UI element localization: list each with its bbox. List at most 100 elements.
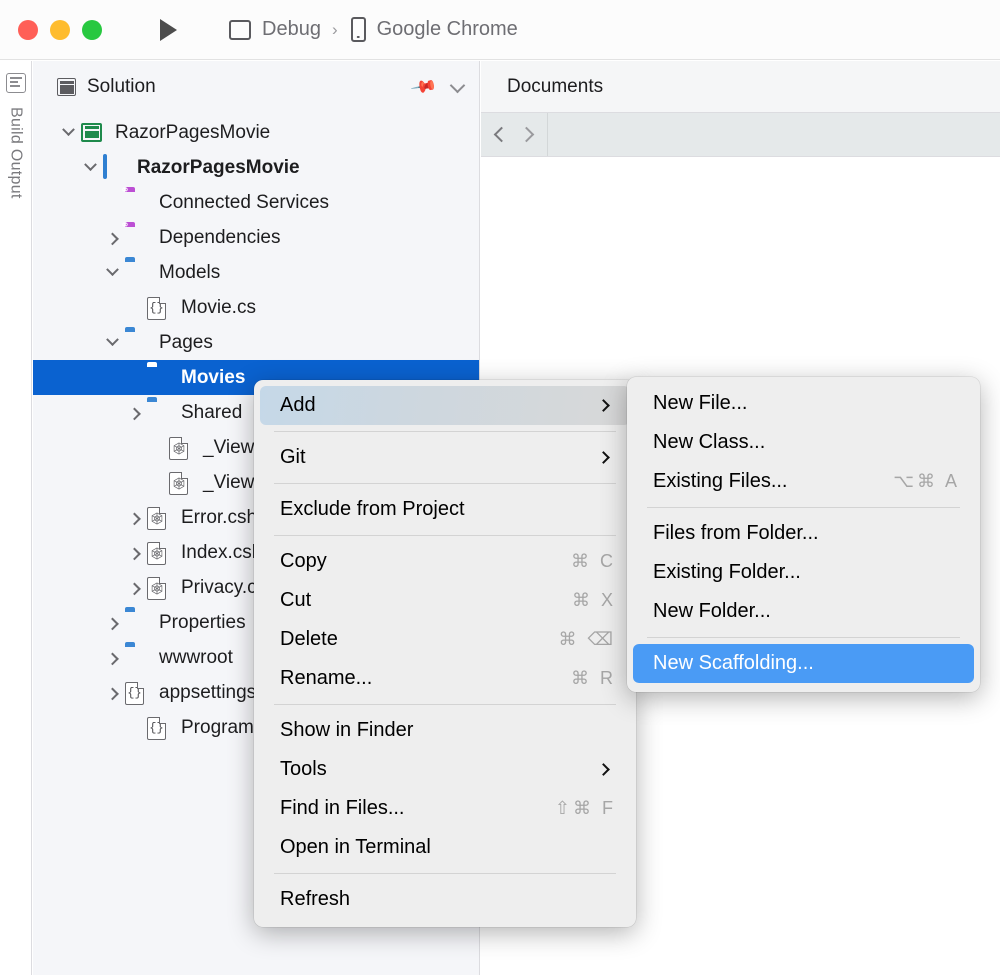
chevron-left-icon[interactable] (493, 127, 509, 143)
chevron-down-icon[interactable] (450, 77, 466, 93)
menu-item-label: Delete (280, 628, 539, 651)
menu-item-shortcut: ⌘ C (571, 551, 616, 572)
menu-separator (274, 431, 616, 432)
tree-item-label: Pages (159, 332, 213, 354)
tree-item-label: RazorPagesMovie (137, 157, 300, 179)
menu-item-git[interactable]: Git (260, 438, 630, 477)
tree-item-label: wwwroot (159, 647, 233, 669)
menu-item-label: Existing Files... (653, 470, 873, 493)
panel-header-actions: 📌 (413, 77, 463, 97)
razor-file-icon (147, 576, 173, 600)
folder-icon (125, 611, 151, 635)
menu-item-open-in-terminal[interactable]: Open in Terminal (260, 828, 630, 867)
folder-icon (125, 261, 151, 285)
target-device-label: Google Chrome (377, 18, 518, 41)
run-target-selector[interactable]: Debug › Google Chrome (229, 17, 518, 42)
build-output-icon[interactable] (6, 73, 26, 93)
documents-navigation-bar (481, 113, 1000, 157)
chevron-right-icon[interactable] (123, 408, 145, 417)
tree-item[interactable]: Pages (33, 325, 479, 360)
menu-item-files-from-folder[interactable]: Files from Folder... (633, 514, 974, 553)
documents-title: Documents (507, 76, 603, 98)
tree-item-label: Properties (159, 612, 246, 634)
window-controls (18, 20, 102, 40)
tree-item[interactable]: ⚭Dependencies (33, 220, 479, 255)
menu-item-copy[interactable]: Copy⌘ C (260, 542, 630, 581)
tree-item[interactable]: Models (33, 255, 479, 290)
menu-separator (647, 637, 960, 638)
menu-item-cut[interactable]: Cut ⌘ X (260, 581, 630, 620)
chevron-right-icon[interactable] (519, 127, 535, 143)
menu-item-tools[interactable]: Tools (260, 750, 630, 789)
tree-item-label: Movies (181, 367, 245, 389)
menu-item-shortcut: ⌘ X (572, 590, 616, 611)
context-menu: Add Git Exclude from Project Copy⌘ C Cut ⌘ X D… (254, 380, 636, 927)
menu-item-label: New Class... (653, 431, 960, 454)
sidebar-tab-build-output[interactable]: Build Output (7, 107, 25, 199)
menu-item-show-in-finder[interactable]: Show in Finder (260, 711, 630, 750)
menu-item-exclude-from-project[interactable]: Exclude from Project (260, 490, 630, 529)
menu-item-label: Show in Finder (280, 719, 616, 742)
tree-item-label: Movie.cs (181, 297, 256, 319)
tree-item-label: Shared (181, 402, 242, 424)
chevron-right-icon[interactable] (101, 688, 123, 697)
menu-item-label: Open in Terminal (280, 836, 616, 859)
solution-icon (81, 121, 107, 145)
build-configuration-label: Debug (262, 18, 321, 41)
run-button[interactable] (155, 16, 181, 44)
chevron-right-icon[interactable] (101, 233, 123, 242)
menu-item-add[interactable]: Add (260, 386, 630, 425)
menu-item-rename[interactable]: Rename...⌘ R (260, 659, 630, 698)
tree-item[interactable]: ⚭Connected Services (33, 185, 479, 220)
tree-item[interactable]: {}Movie.cs (33, 290, 479, 325)
tree-item-label: Models (159, 262, 220, 284)
menu-item-new-scaffolding[interactable]: New Scaffolding... (633, 644, 974, 683)
menu-separator (274, 483, 616, 484)
tree-item[interactable]: RazorPagesMovie (33, 150, 479, 185)
menu-item-new-class[interactable]: New Class... (633, 423, 974, 462)
menu-separator (647, 507, 960, 508)
chevron-down-icon[interactable] (101, 268, 123, 277)
menu-item-label: New File... (653, 392, 960, 415)
left-tab-strip: Build Output (0, 61, 32, 975)
minimize-button[interactable] (50, 20, 70, 40)
solution-panel-icon (57, 78, 76, 96)
chevron-down-icon[interactable] (79, 163, 101, 172)
razor-file-icon (147, 541, 173, 565)
menu-item-shortcut: ⇧⌘ F (555, 798, 616, 819)
menu-item-new-folder[interactable]: New Folder... (633, 592, 974, 631)
tree-item-label: Connected Services (159, 192, 329, 214)
chevron-right-icon[interactable] (123, 548, 145, 557)
chevron-down-icon[interactable] (57, 128, 79, 137)
purple-folder-icon: ⚭ (125, 226, 151, 250)
pin-icon[interactable]: 📌 (409, 73, 438, 102)
menu-item-find-in-files[interactable]: Find in Files...⇧⌘ F (260, 789, 630, 828)
folder-icon (125, 331, 151, 355)
menu-item-refresh[interactable]: Refresh (260, 880, 630, 919)
phone-icon (351, 17, 366, 42)
menu-item-existing-files[interactable]: Existing Files...⌥⌘ A (633, 462, 974, 501)
menu-item-shortcut: ⌘ ⌫ (559, 629, 616, 650)
menu-item-label: Rename... (280, 667, 551, 690)
solution-panel-header: Solution 📌 (33, 61, 479, 113)
menu-item-label: Cut (280, 589, 552, 612)
chevron-right-icon[interactable] (101, 618, 123, 627)
menu-item-label: Files from Folder... (653, 522, 960, 545)
ide-window: Debug › Google Chrome Build Output Solut… (0, 0, 1000, 975)
menu-item-new-file[interactable]: New File... (633, 384, 974, 423)
chevron-down-icon[interactable] (101, 338, 123, 347)
breadcrumb (548, 113, 1000, 156)
menu-item-existing-folder[interactable]: Existing Folder... (633, 553, 974, 592)
chevron-right-icon[interactable] (123, 513, 145, 522)
tree-item[interactable]: RazorPagesMovie (33, 115, 479, 150)
code-file-icon: {} (147, 716, 173, 740)
chevron-right-icon[interactable] (123, 583, 145, 592)
close-button[interactable] (18, 20, 38, 40)
chevron-right-icon[interactable] (101, 653, 123, 662)
zoom-button[interactable] (82, 20, 102, 40)
chevron-right-icon (597, 763, 610, 776)
menu-item-delete[interactable]: Delete ⌘ ⌫ (260, 620, 630, 659)
menu-separator (274, 704, 616, 705)
menu-item-label: New Scaffolding... (653, 652, 960, 675)
chevron-right-icon (597, 399, 610, 412)
